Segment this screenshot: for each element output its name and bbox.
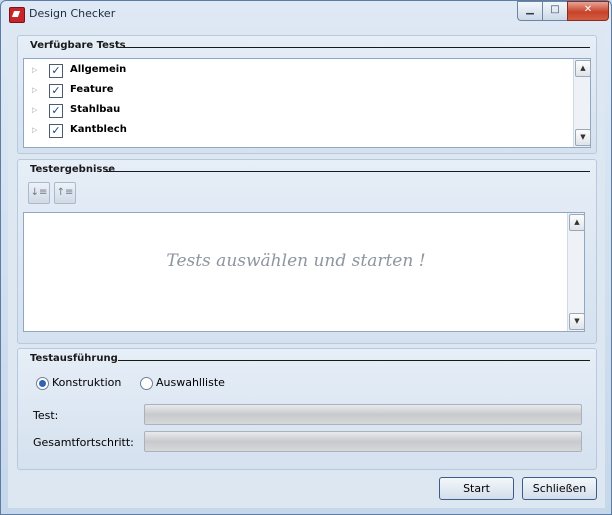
test-item-label: Kantblech — [70, 124, 127, 135]
close-window-button[interactable]: ✕ — [567, 1, 609, 21]
test-checkbox[interactable]: ✓ — [49, 64, 63, 78]
test-progress-bar — [144, 404, 582, 425]
design-checker-window: Design Checker ▁ □ ✕ Verfügbare Tests ▷ … — [0, 0, 612, 515]
results-scrollbar[interactable]: ▲ ▼ — [567, 213, 585, 331]
scroll-down-icon[interactable]: ▼ — [569, 313, 585, 330]
test-checkbox[interactable]: ✓ — [49, 104, 63, 118]
group-divider — [118, 360, 590, 361]
close-icon: ✕ — [583, 4, 593, 15]
title-bar[interactable]: Design Checker ▁ □ ✕ — [1, 1, 611, 27]
app-icon — [9, 7, 25, 23]
results-placeholder: Tests auswählen und starten ! — [166, 251, 426, 271]
radio-unselected-icon[interactable] — [140, 377, 153, 390]
tests-list[interactable]: ▷ ✓ Allgemein ▷ ✓ Feature ▷ ✓ Stahlbau ▷… — [23, 58, 591, 148]
results-view[interactable]: Tests auswählen und starten ! ▲ ▼ — [23, 212, 585, 332]
maximize-icon: □ — [550, 4, 560, 15]
test-execution-group: Testausführung Konstruktion Auswahlliste… — [17, 348, 597, 470]
group-divider — [118, 47, 590, 48]
test-progress-label: Test: — [33, 409, 59, 422]
radio-label: Konstruktion — [52, 376, 122, 389]
test-item-label: Allgemein — [70, 64, 127, 75]
test-checkbox[interactable]: ✓ — [49, 124, 63, 138]
collapse-all-button[interactable]: ↑≡ — [54, 182, 76, 204]
expand-all-button[interactable]: ↓≡ — [28, 182, 50, 204]
overall-progress-bar — [144, 431, 582, 452]
radio-label: Auswahlliste — [156, 376, 225, 389]
test-results-group: Testergebnisse ↓≡ ↑≡ Tests auswählen und… — [17, 159, 597, 344]
window-title: Design Checker — [29, 7, 116, 20]
expand-arrow-icon[interactable]: ▷ — [32, 106, 37, 114]
maximize-button[interactable]: □ — [542, 1, 568, 21]
scroll-up-icon[interactable]: ▲ — [575, 60, 591, 77]
expand-arrow-icon[interactable]: ▷ — [32, 66, 37, 74]
radio-selected-icon[interactable] — [36, 377, 49, 390]
start-button[interactable]: Start — [439, 477, 514, 500]
close-button[interactable]: Schließen — [522, 477, 597, 500]
minimize-icon: ▁ — [526, 4, 534, 15]
available-tests-group: Verfügbare Tests ▷ ✓ Allgemein ▷ ✓ Featu… — [17, 35, 597, 154]
test-item-label: Feature — [70, 84, 114, 95]
expand-arrow-icon[interactable]: ▷ — [32, 86, 37, 94]
expand-all-icon: ↓≡ — [30, 187, 48, 198]
test-results-title: Testergebnisse — [30, 164, 116, 175]
test-execution-title: Testausführung — [30, 353, 118, 364]
dialog-body: Verfügbare Tests ▷ ✓ Allgemein ▷ ✓ Featu… — [8, 28, 605, 508]
available-tests-title: Verfügbare Tests — [30, 40, 126, 51]
expand-arrow-icon[interactable]: ▷ — [32, 126, 37, 134]
collapse-all-icon: ↑≡ — [56, 187, 74, 198]
minimize-button[interactable]: ▁ — [517, 1, 543, 21]
tests-scrollbar[interactable]: ▲ ▼ — [573, 59, 591, 147]
group-divider — [106, 171, 590, 172]
test-checkbox[interactable]: ✓ — [49, 84, 63, 98]
overall-progress-label: Gesamtfortschritt: — [33, 436, 134, 449]
test-item-label: Stahlbau — [70, 104, 121, 115]
scroll-down-icon[interactable]: ▼ — [575, 129, 591, 146]
scroll-up-icon[interactable]: ▲ — [569, 214, 585, 231]
